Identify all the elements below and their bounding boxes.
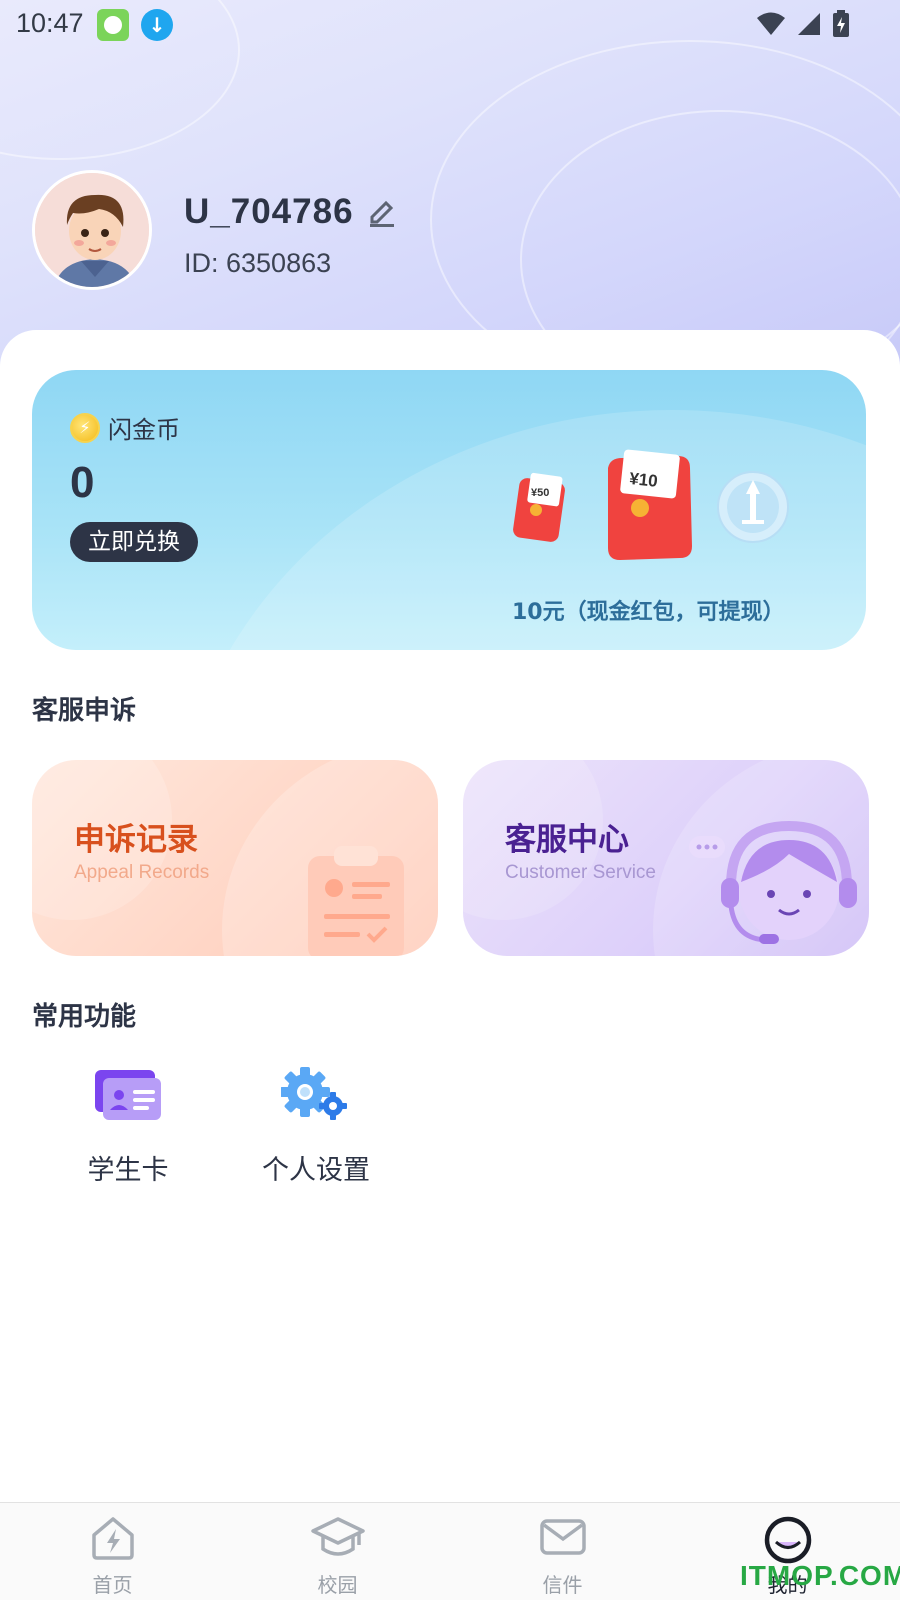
red-envelope-large-icon: ¥10 bbox=[608, 449, 692, 560]
personal-settings-label: 个人设置 bbox=[262, 1155, 370, 1186]
appeal-records-title: 申诉记录 bbox=[74, 822, 198, 858]
reward-large-label: ¥10 bbox=[628, 469, 658, 491]
nav-label-home: 首页 bbox=[92, 1573, 133, 1597]
status-time: 10:47 bbox=[16, 8, 84, 38]
student-card-label: 学生卡 bbox=[87, 1155, 169, 1186]
wifi-icon bbox=[757, 12, 785, 35]
student-card-icon bbox=[93, 1066, 163, 1126]
avatar[interactable] bbox=[32, 170, 152, 290]
cell-signal-icon bbox=[798, 13, 820, 35]
nav-item-mail[interactable]: 信件 bbox=[450, 1503, 675, 1600]
mail-icon bbox=[539, 1519, 586, 1555]
red-envelope-small-icon: ¥50 bbox=[513, 472, 565, 542]
watermark-text: ITMOP.COM bbox=[740, 1560, 900, 1591]
edit-pencil-icon[interactable] bbox=[368, 197, 396, 231]
user-id: ID: 6350863 bbox=[184, 248, 332, 278]
app-notification-icon bbox=[97, 9, 129, 41]
settings-gear-icon bbox=[280, 1066, 351, 1126]
coin-balance: 0 bbox=[70, 458, 95, 507]
customer-service-title: 客服中心 bbox=[505, 822, 629, 858]
crystal-sword-orb-icon bbox=[717, 471, 789, 543]
battery-icon bbox=[833, 10, 849, 37]
customer-service-subtitle: Customer Service bbox=[505, 862, 656, 883]
customer-service-card[interactable]: 客服中心 Customer Service bbox=[463, 760, 869, 956]
lightning-coin-icon: ⚡ bbox=[70, 412, 100, 443]
coin-label: 闪金币 bbox=[108, 416, 180, 444]
username: U_704786 bbox=[184, 192, 354, 231]
nav-item-home[interactable]: 首页 bbox=[0, 1503, 225, 1600]
home-icon bbox=[91, 1517, 134, 1560]
profile-icon bbox=[764, 1516, 811, 1564]
nav-label-campus: 校园 bbox=[317, 1573, 358, 1597]
appeal-records-subtitle: Appeal Records bbox=[74, 862, 210, 883]
coin-label-row: ⚡ 闪金币 bbox=[70, 410, 180, 445]
graduation-cap-icon bbox=[310, 1517, 365, 1556]
status-bar: 10:47 ↓ bbox=[0, 0, 900, 48]
nav-item-campus[interactable]: 校园 bbox=[225, 1503, 450, 1600]
coin-card[interactable]: ⚡ 闪金币 0 立即兑换 ¥50 ¥10 10元（现金红包，可提现） bbox=[32, 370, 866, 650]
clipboard-document-icon bbox=[308, 846, 404, 956]
nav-label-mail: 信件 bbox=[542, 1573, 583, 1597]
features-section-title: 常用功能 bbox=[32, 1002, 137, 1032]
status-icons bbox=[756, 10, 850, 38]
download-notification-icon: ↓ bbox=[141, 9, 173, 41]
customer-service-agent-icon bbox=[689, 820, 857, 944]
reward-caption: 10元（现金红包，可提现） bbox=[512, 600, 785, 625]
reward-small-label: ¥50 bbox=[531, 487, 549, 499]
service-section-title: 客服申诉 bbox=[32, 696, 137, 726]
redeem-now-button[interactable]: 立即兑换 bbox=[70, 522, 198, 562]
appeal-records-card[interactable]: 申诉记录 Appeal Records bbox=[32, 760, 438, 956]
student-card-feature[interactable]: 学生卡 bbox=[48, 1066, 208, 1187]
personal-settings-feature[interactable]: 个人设置 bbox=[236, 1066, 396, 1187]
